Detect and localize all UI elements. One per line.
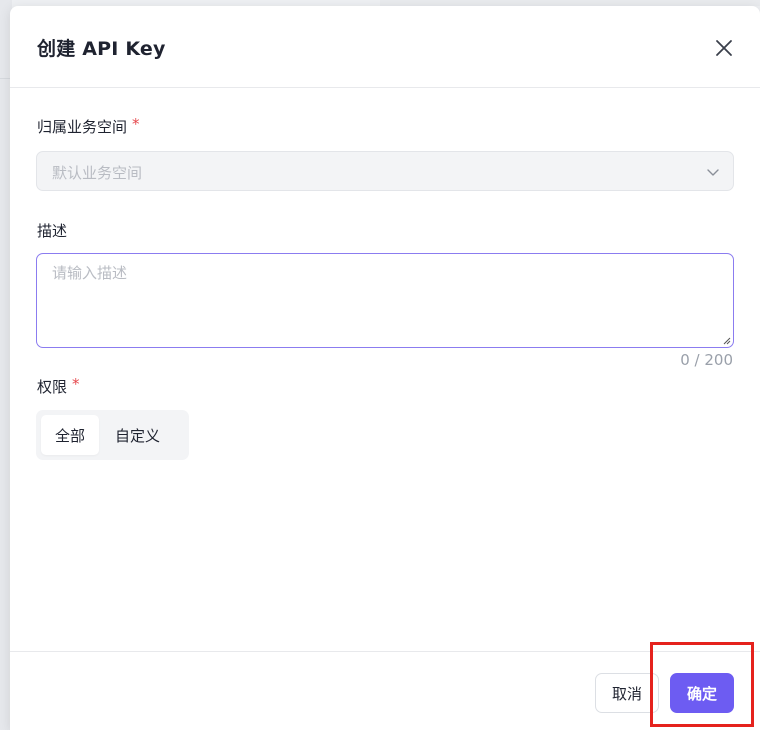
permission-option-all[interactable]: 全部 — [41, 415, 100, 455]
permission-option-custom[interactable]: 自定义 — [101, 415, 174, 455]
permission-segmented-control: 全部 自定义 — [36, 410, 189, 460]
cancel-button[interactable]: 取消 — [595, 673, 659, 713]
workspace-select-value: 默认业务空间 — [52, 164, 143, 182]
workspace-label: 归属业务空间 * — [37, 114, 140, 137]
workspace-label-text: 归属业务空间 — [37, 118, 128, 136]
description-label: 描述 — [37, 220, 67, 241]
modal-title: 创建 API Key — [37, 38, 166, 60]
confirm-button[interactable]: 确定 — [670, 673, 734, 713]
description-char-count: 0 / 200 — [680, 351, 733, 369]
required-mark: * — [72, 374, 80, 393]
chevron-down-icon — [705, 164, 721, 184]
modal-header: 创建 API Key — [10, 6, 760, 88]
description-label-text: 描述 — [37, 222, 68, 240]
description-textarea-wrapper — [36, 253, 734, 348]
description-textarea[interactable] — [37, 254, 733, 347]
required-mark: * — [132, 114, 140, 133]
close-button[interactable] — [710, 34, 738, 62]
modal-footer: 取消 确定 — [10, 651, 760, 730]
workspace-select[interactable]: 默认业务空间 — [36, 151, 734, 191]
permission-label-text: 权限 — [37, 378, 68, 396]
permission-label: 权限 * — [37, 374, 80, 397]
close-icon — [716, 40, 732, 56]
resize-handle-icon[interactable] — [721, 335, 731, 345]
create-api-key-modal: 创建 API Key 归属业务空间 * 默认业务空间 描述 0 / 200 权限… — [10, 6, 760, 730]
